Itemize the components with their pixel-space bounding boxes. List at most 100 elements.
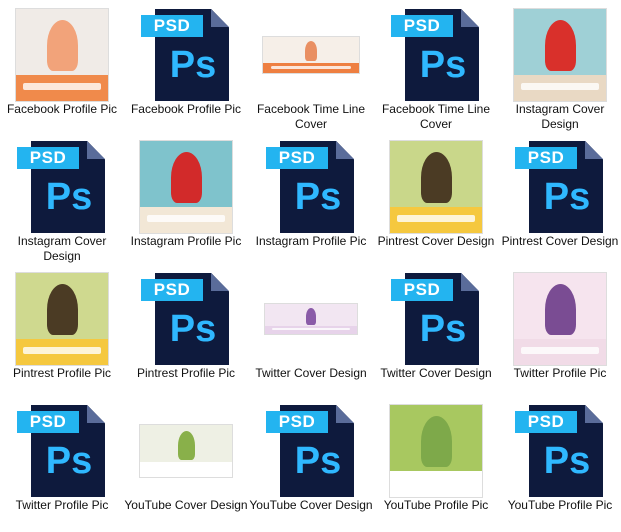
file-thumbnail [374, 404, 498, 498]
photoshop-glyph: Ps [543, 440, 591, 482]
file-thumbnail: PSD Ps [374, 272, 498, 366]
file-item[interactable]: PSD Ps YouTube Cover Design [249, 400, 373, 532]
file-item[interactable]: Facebook Profile Pic [0, 4, 124, 136]
file-name-label: Twitter Profile Pic [15, 498, 109, 512]
psd-tag-label: PSD [515, 411, 577, 433]
file-name-label: Pintrest Cover Design [501, 234, 619, 248]
file-item[interactable]: PSD Ps Pintrest Profile Pic [124, 268, 248, 400]
file-item[interactable]: YouTube Profile Pic [374, 400, 498, 532]
psd-file-icon: PSD Ps [515, 141, 605, 233]
file-name-label: Pintrest Profile Pic [12, 366, 112, 380]
psd-file-icon: PSD Ps [391, 273, 481, 365]
file-item[interactable]: PSD Ps Twitter Profile Pic [0, 400, 124, 532]
image-preview [263, 37, 359, 73]
file-thumbnail: PSD Ps [498, 404, 621, 498]
file-thumbnail: PSD Ps [124, 8, 248, 102]
file-name-label: Pintrest Cover Design [377, 234, 495, 248]
photoshop-glyph: Ps [294, 176, 342, 218]
image-preview [514, 273, 606, 365]
file-name-label: YouTube Profile Pic [383, 498, 489, 512]
file-name-label: Facebook Time Line Cover [381, 102, 491, 131]
psd-file-icon: PSD Ps [391, 9, 481, 101]
file-name-label: Instagram Cover Design [17, 234, 107, 263]
file-item[interactable]: PSD Ps Instagram Cover Design [0, 136, 124, 268]
psd-tag-label: PSD [266, 147, 328, 169]
image-preview [140, 425, 232, 477]
psd-file-icon: PSD Ps [141, 9, 231, 101]
file-name-label: YouTube Cover Design [124, 498, 248, 512]
file-item[interactable]: Pintrest Cover Design [374, 136, 498, 268]
file-thumbnail [498, 272, 621, 366]
file-item[interactable]: PSD Ps YouTube Profile Pic [498, 400, 621, 532]
file-thumbnail [374, 140, 498, 234]
file-name-label: Instagram Profile Pic [130, 234, 242, 248]
image-preview [265, 304, 357, 334]
file-item[interactable]: Twitter Profile Pic [498, 268, 621, 400]
image-preview [16, 9, 108, 101]
file-name-label: Twitter Cover Design [255, 366, 367, 380]
file-item[interactable]: PSD Ps Instagram Profile Pic [249, 136, 373, 268]
file-item[interactable]: Twitter Cover Design [249, 268, 373, 400]
psd-tag-label: PSD [141, 15, 203, 37]
psd-file-icon: PSD Ps [17, 141, 107, 233]
photoshop-glyph: Ps [419, 44, 467, 86]
file-item[interactable]: PSD Ps Facebook Profile Pic [124, 4, 248, 136]
photoshop-glyph: Ps [543, 176, 591, 218]
image-preview [390, 405, 482, 497]
file-thumbnail [498, 8, 621, 102]
file-thumbnail: PSD Ps [498, 140, 621, 234]
file-item[interactable]: Instagram Profile Pic [124, 136, 248, 268]
file-thumbnail [0, 8, 124, 102]
psd-tag-label: PSD [391, 15, 453, 37]
file-thumbnail [124, 404, 248, 498]
psd-tag-label: PSD [266, 411, 328, 433]
file-name-label: Facebook Profile Pic [6, 102, 118, 116]
file-item[interactable]: Instagram Cover Design [498, 4, 621, 136]
file-grid: Facebook Profile Pic PSD Ps Facebook Profil… [0, 0, 621, 531]
photoshop-glyph: Ps [419, 308, 467, 350]
psd-tag-label: PSD [17, 411, 79, 433]
file-thumbnail [124, 140, 248, 234]
file-name-label: Twitter Cover Design [380, 366, 492, 380]
image-preview [514, 9, 606, 101]
file-thumbnail [249, 272, 373, 366]
photoshop-glyph: Ps [169, 308, 217, 350]
file-name-label: Pintrest Profile Pic [136, 366, 236, 380]
psd-tag-label: PSD [17, 147, 79, 169]
file-item[interactable]: YouTube Cover Design [124, 400, 248, 532]
file-thumbnail: PSD Ps [0, 140, 124, 234]
file-thumbnail: PSD Ps [249, 404, 373, 498]
file-item[interactable]: PSD Ps Facebook Time Line Cover [374, 4, 498, 136]
file-thumbnail [0, 272, 124, 366]
file-name-label: Facebook Profile Pic [130, 102, 242, 116]
photoshop-glyph: Ps [45, 440, 93, 482]
psd-file-icon: PSD Ps [515, 405, 605, 497]
file-thumbnail: PSD Ps [249, 140, 373, 234]
file-thumbnail: PSD Ps [374, 8, 498, 102]
photoshop-glyph: Ps [294, 440, 342, 482]
photoshop-glyph: Ps [169, 44, 217, 86]
file-name-label: Twitter Profile Pic [513, 366, 607, 380]
file-name-label: YouTube Profile Pic [507, 498, 613, 512]
psd-file-icon: PSD Ps [266, 405, 356, 497]
file-item[interactable]: Facebook Time Line Cover [249, 4, 373, 136]
file-item[interactable]: Pintrest Profile Pic [0, 268, 124, 400]
file-item[interactable]: PSD Ps Twitter Cover Design [374, 268, 498, 400]
file-name-label: YouTube Cover Design [249, 498, 373, 512]
psd-tag-label: PSD [515, 147, 577, 169]
psd-file-icon: PSD Ps [141, 273, 231, 365]
psd-tag-label: PSD [391, 279, 453, 301]
image-preview [16, 273, 108, 365]
image-preview [390, 141, 482, 233]
photoshop-glyph: Ps [45, 176, 93, 218]
psd-file-icon: PSD Ps [17, 405, 107, 497]
psd-file-icon: PSD Ps [266, 141, 356, 233]
file-thumbnail: PSD Ps [0, 404, 124, 498]
file-name-label: Facebook Time Line Cover [256, 102, 366, 131]
file-item[interactable]: PSD Ps Pintrest Cover Design [498, 136, 621, 268]
file-name-label: Instagram Profile Pic [255, 234, 367, 248]
image-preview [140, 141, 232, 233]
file-thumbnail [249, 8, 373, 102]
psd-tag-label: PSD [141, 279, 203, 301]
file-name-label: Instagram Cover Design [515, 102, 605, 131]
